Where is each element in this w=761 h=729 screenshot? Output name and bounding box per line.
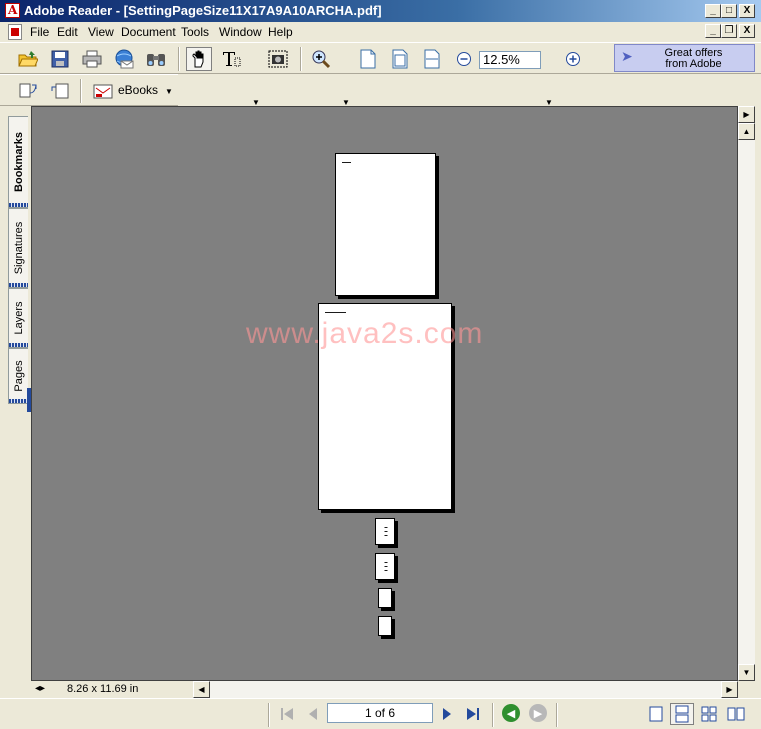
menu-view[interactable]: View	[88, 25, 114, 39]
document-view[interactable]: ▬▬▬ ▬▬▬▬▬▬▬ ▬▬▬ ▬▬▬ www.java2s.com	[31, 106, 738, 681]
pdf-page-5	[378, 588, 392, 608]
page-size-readout: 8.26 x 11.69 in	[67, 683, 139, 695]
toolbar-separator	[80, 79, 82, 103]
zoom-input[interactable]: 12.5%	[479, 51, 541, 69]
previous-page-icon[interactable]	[302, 703, 324, 725]
split-handle-icon[interactable]: ◂▸	[35, 683, 45, 694]
snapshot-camera-icon[interactable]	[265, 47, 291, 71]
search-binoculars-icon[interactable]	[143, 47, 169, 71]
scroll-down-icon[interactable]: ▼	[738, 664, 755, 681]
vertical-scrollbar[interactable]: ▶ ▲ ▼	[738, 106, 755, 681]
document-icon[interactable]	[8, 24, 22, 40]
print-icon[interactable]	[79, 47, 105, 71]
menu-window[interactable]: Window	[219, 25, 262, 39]
secondary-toolbar: eBooks ▼	[0, 74, 178, 106]
zoom-out-icon[interactable]	[451, 47, 477, 71]
navigation-pane-tabs: Bookmarks Signatures Layers Pages	[0, 106, 30, 698]
select-text-icon[interactable]	[218, 47, 244, 71]
actual-size-icon[interactable]	[355, 47, 381, 71]
close-button[interactable]: X	[739, 4, 755, 18]
ebooks-label[interactable]: eBooks	[118, 83, 158, 97]
menu-document[interactable]: Document	[121, 25, 176, 39]
tab-bookmarks-label: Bookmarks	[12, 132, 25, 192]
paper-plane-icon: ➤	[621, 48, 633, 64]
ebooks-icon[interactable]	[90, 79, 116, 103]
rotate-view-icon[interactable]	[15, 79, 41, 103]
single-page-icon[interactable]	[644, 703, 668, 725]
facing-icon[interactable]	[724, 703, 748, 725]
scroll-right-icon[interactable]: ▶	[721, 681, 738, 698]
toolbar-separator	[300, 47, 302, 71]
hand-tool-icon[interactable]	[186, 47, 212, 71]
rotate-pages-icon[interactable]	[47, 79, 73, 103]
tab-signatures-label: Signatures	[12, 221, 25, 275]
adobe-reader-icon	[5, 3, 20, 18]
status-separator	[556, 703, 558, 727]
last-page-icon[interactable]	[462, 703, 484, 725]
save-icon[interactable]	[47, 47, 73, 71]
horizontal-bar: ◂▸ 8.26 x 11.69 in ◀ ▶	[31, 681, 738, 698]
tab-bookmarks[interactable]: Bookmarks	[8, 116, 28, 208]
continuous-facing-icon[interactable]	[697, 703, 721, 725]
menu-help[interactable]: Help	[268, 25, 293, 39]
minimize-button[interactable]: _	[705, 4, 721, 18]
status-bar: 1 of 6 ◀ ▶	[0, 698, 761, 729]
pdf-page-1: ▬▬▬	[335, 153, 436, 296]
fit-page-icon[interactable]	[387, 47, 413, 71]
fit-width-icon[interactable]	[419, 47, 445, 71]
first-page-icon[interactable]	[276, 703, 298, 725]
menu-bar: File Edit View Document Tools Window Hel…	[0, 22, 761, 42]
horizontal-scrollbar[interactable]: ◀ ▶	[193, 681, 738, 698]
doc-close-button[interactable]: X	[739, 24, 755, 38]
ebooks-dropdown-icon[interactable]: ▼	[165, 87, 173, 96]
tab-layers[interactable]: Layers	[8, 288, 28, 348]
options-arrow-icon[interactable]: ▶	[738, 106, 755, 123]
offer-line-2: from Adobe	[665, 58, 722, 70]
next-page-icon[interactable]	[436, 703, 458, 725]
doc-restore-button[interactable]: ❐	[721, 24, 737, 38]
status-separator	[268, 703, 270, 727]
tab-pages-label: Pages	[12, 360, 25, 392]
pdf-page-3: ▬▬▬	[375, 518, 395, 545]
pdf-page-6	[378, 616, 392, 636]
scroll-up-icon[interactable]: ▲	[738, 123, 755, 140]
open-folder-icon[interactable]	[15, 47, 41, 71]
title-bar: Adobe Reader - [SettingPageSize11X17A9A1…	[0, 0, 761, 22]
next-view-icon[interactable]: ▶	[529, 704, 547, 722]
tab-pages[interactable]: Pages	[8, 348, 28, 404]
menu-edit[interactable]: Edit	[57, 25, 78, 39]
scroll-left-icon[interactable]: ◀	[193, 681, 210, 698]
menu-tools[interactable]: Tools	[181, 25, 209, 39]
email-globe-icon[interactable]	[111, 47, 137, 71]
status-separator	[492, 703, 494, 727]
page-number-input[interactable]: 1 of 6	[327, 703, 433, 723]
continuous-icon[interactable]	[670, 703, 694, 725]
great-offers-button[interactable]: ➤ Great offers from Adobe	[614, 44, 755, 72]
previous-view-icon[interactable]: ◀	[502, 704, 520, 722]
doc-minimize-button[interactable]: _	[705, 24, 721, 38]
toolbar-separator	[178, 47, 180, 71]
maximize-button[interactable]: □	[721, 4, 737, 18]
zoom-in-magnifier-icon[interactable]	[308, 47, 334, 71]
menu-file[interactable]: File	[30, 25, 49, 39]
window-title: Adobe Reader - [SettingPageSize11X17A9A1…	[24, 3, 382, 18]
tab-layers-label: Layers	[12, 301, 25, 335]
pdf-page-4: ▬▬▬	[375, 553, 395, 580]
watermark-text: www.java2s.com	[246, 317, 484, 350]
tab-signatures[interactable]: Signatures	[8, 208, 28, 288]
zoom-in-icon[interactable]	[560, 47, 586, 71]
